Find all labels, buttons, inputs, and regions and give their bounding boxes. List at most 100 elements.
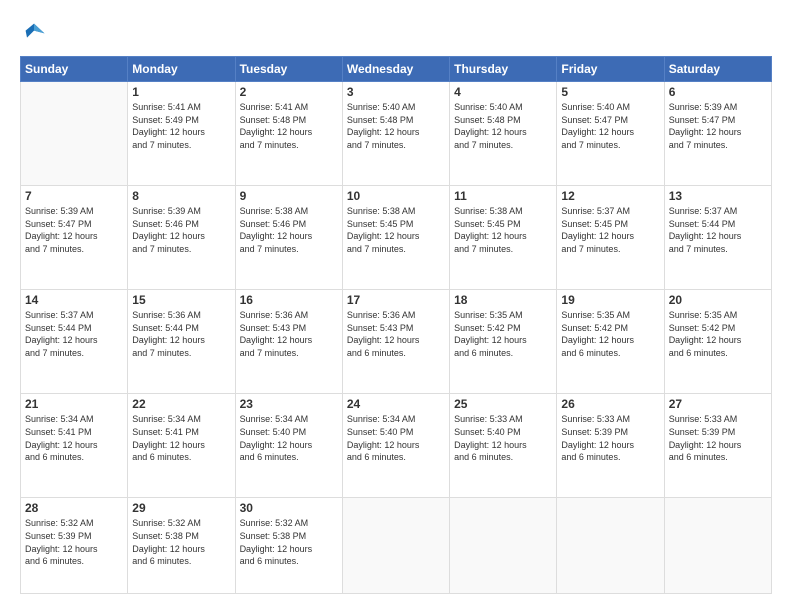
calendar-cell: 22 Sunrise: 5:34 AM Sunset: 5:41 PM Dayli…	[128, 394, 235, 498]
day-info: Sunrise: 5:40 AM Sunset: 5:47 PM Dayligh…	[561, 101, 659, 151]
day-number: 25	[454, 397, 552, 411]
weekday-header-row: SundayMondayTuesdayWednesdayThursdayFrid…	[21, 57, 772, 82]
day-number: 11	[454, 189, 552, 203]
day-info: Sunrise: 5:38 AM Sunset: 5:46 PM Dayligh…	[240, 205, 338, 255]
day-number: 2	[240, 85, 338, 99]
day-number: 9	[240, 189, 338, 203]
calendar-cell: 8 Sunrise: 5:39 AM Sunset: 5:46 PM Daylig…	[128, 186, 235, 290]
day-number: 17	[347, 293, 445, 307]
day-info: Sunrise: 5:40 AM Sunset: 5:48 PM Dayligh…	[454, 101, 552, 151]
day-number: 3	[347, 85, 445, 99]
day-info: Sunrise: 5:35 AM Sunset: 5:42 PM Dayligh…	[454, 309, 552, 359]
day-number: 29	[132, 501, 230, 515]
calendar-cell: 23 Sunrise: 5:34 AM Sunset: 5:40 PM Dayli…	[235, 394, 342, 498]
day-number: 20	[669, 293, 767, 307]
day-number: 24	[347, 397, 445, 411]
weekday-header-monday: Monday	[128, 57, 235, 82]
day-info: Sunrise: 5:41 AM Sunset: 5:48 PM Dayligh…	[240, 101, 338, 151]
day-info: Sunrise: 5:39 AM Sunset: 5:47 PM Dayligh…	[669, 101, 767, 151]
day-info: Sunrise: 5:32 AM Sunset: 5:38 PM Dayligh…	[132, 517, 230, 567]
day-number: 27	[669, 397, 767, 411]
calendar-cell: 19 Sunrise: 5:35 AM Sunset: 5:42 PM Dayli…	[557, 290, 664, 394]
day-number: 18	[454, 293, 552, 307]
calendar-cell	[342, 498, 449, 594]
day-info: Sunrise: 5:36 AM Sunset: 5:44 PM Dayligh…	[132, 309, 230, 359]
calendar-cell: 14Sunrise: 5:37 AM Sunset: 5:44 PM Dayli…	[21, 290, 128, 394]
day-number: 22	[132, 397, 230, 411]
day-number: 5	[561, 85, 659, 99]
day-number: 30	[240, 501, 338, 515]
calendar-cell: 29 Sunrise: 5:32 AM Sunset: 5:38 PM Dayli…	[128, 498, 235, 594]
logo	[20, 18, 52, 46]
calendar-cell	[664, 498, 771, 594]
day-info: Sunrise: 5:40 AM Sunset: 5:48 PM Dayligh…	[347, 101, 445, 151]
calendar-week-5: 28 Sunrise: 5:32 AM Sunset: 5:39 PM Dayli…	[21, 498, 772, 594]
calendar-cell: 6 Sunrise: 5:39 AM Sunset: 5:47 PM Daylig…	[664, 82, 771, 186]
day-number: 6	[669, 85, 767, 99]
calendar-cell: 11 Sunrise: 5:38 AM Sunset: 5:45 PM Dayli…	[450, 186, 557, 290]
calendar-cell: 13Sunrise: 5:37 AM Sunset: 5:44 PM Dayli…	[664, 186, 771, 290]
day-number: 7	[25, 189, 123, 203]
day-info: Sunrise: 5:41 AM Sunset: 5:49 PM Dayligh…	[132, 101, 230, 151]
calendar-cell: 17 Sunrise: 5:36 AM Sunset: 5:43 PM Dayli…	[342, 290, 449, 394]
calendar-cell: 15 Sunrise: 5:36 AM Sunset: 5:44 PM Dayli…	[128, 290, 235, 394]
weekday-header-tuesday: Tuesday	[235, 57, 342, 82]
day-info: Sunrise: 5:33 AM Sunset: 5:39 PM Dayligh…	[561, 413, 659, 463]
day-info: Sunrise: 5:32 AM Sunset: 5:38 PM Dayligh…	[240, 517, 338, 567]
day-number: 8	[132, 189, 230, 203]
header	[20, 18, 772, 46]
day-number: 1	[132, 85, 230, 99]
calendar-cell: 3 Sunrise: 5:40 AM Sunset: 5:48 PM Daylig…	[342, 82, 449, 186]
day-info: Sunrise: 5:34 AM Sunset: 5:40 PM Dayligh…	[240, 413, 338, 463]
calendar-week-1: 1 Sunrise: 5:41 AM Sunset: 5:49 PM Daylig…	[21, 82, 772, 186]
day-info: Sunrise: 5:34 AM Sunset: 5:41 PM Dayligh…	[25, 413, 123, 463]
calendar-cell	[21, 82, 128, 186]
day-number: 26	[561, 397, 659, 411]
calendar-cell: 12Sunrise: 5:37 AM Sunset: 5:45 PM Dayli…	[557, 186, 664, 290]
day-info: Sunrise: 5:38 AM Sunset: 5:45 PM Dayligh…	[454, 205, 552, 255]
day-number: 15	[132, 293, 230, 307]
calendar-week-4: 21 Sunrise: 5:34 AM Sunset: 5:41 PM Dayli…	[21, 394, 772, 498]
day-info: Sunrise: 5:35 AM Sunset: 5:42 PM Dayligh…	[669, 309, 767, 359]
logo-icon	[20, 18, 48, 46]
day-info: Sunrise: 5:36 AM Sunset: 5:43 PM Dayligh…	[347, 309, 445, 359]
day-number: 19	[561, 293, 659, 307]
day-info: Sunrise: 5:39 AM Sunset: 5:46 PM Dayligh…	[132, 205, 230, 255]
weekday-header-saturday: Saturday	[664, 57, 771, 82]
weekday-header-sunday: Sunday	[21, 57, 128, 82]
weekday-header-friday: Friday	[557, 57, 664, 82]
calendar-week-3: 14Sunrise: 5:37 AM Sunset: 5:44 PM Dayli…	[21, 290, 772, 394]
day-info: Sunrise: 5:33 AM Sunset: 5:39 PM Dayligh…	[669, 413, 767, 463]
day-info: Sunrise: 5:34 AM Sunset: 5:40 PM Dayligh…	[347, 413, 445, 463]
calendar-cell: 9 Sunrise: 5:38 AM Sunset: 5:46 PM Daylig…	[235, 186, 342, 290]
day-info: Sunrise: 5:32 AM Sunset: 5:39 PM Dayligh…	[25, 517, 123, 567]
calendar-cell: 28 Sunrise: 5:32 AM Sunset: 5:39 PM Dayli…	[21, 498, 128, 594]
calendar-cell: 26 Sunrise: 5:33 AM Sunset: 5:39 PM Dayli…	[557, 394, 664, 498]
day-info: Sunrise: 5:35 AM Sunset: 5:42 PM Dayligh…	[561, 309, 659, 359]
calendar-table: SundayMondayTuesdayWednesdayThursdayFrid…	[20, 56, 772, 594]
day-info: Sunrise: 5:37 AM Sunset: 5:44 PM Dayligh…	[25, 309, 123, 359]
day-number: 16	[240, 293, 338, 307]
calendar-week-2: 7Sunrise: 5:39 AM Sunset: 5:47 PM Daylig…	[21, 186, 772, 290]
calendar-cell	[450, 498, 557, 594]
day-number: 21	[25, 397, 123, 411]
page: SundayMondayTuesdayWednesdayThursdayFrid…	[0, 0, 792, 612]
calendar-cell: 27 Sunrise: 5:33 AM Sunset: 5:39 PM Dayli…	[664, 394, 771, 498]
day-number: 23	[240, 397, 338, 411]
calendar-cell: 25Sunrise: 5:33 AM Sunset: 5:40 PM Dayli…	[450, 394, 557, 498]
calendar-cell	[557, 498, 664, 594]
weekday-header-thursday: Thursday	[450, 57, 557, 82]
calendar-cell: 4Sunrise: 5:40 AM Sunset: 5:48 PM Daylig…	[450, 82, 557, 186]
calendar-cell: 7Sunrise: 5:39 AM Sunset: 5:47 PM Daylig…	[21, 186, 128, 290]
day-info: Sunrise: 5:36 AM Sunset: 5:43 PM Dayligh…	[240, 309, 338, 359]
day-info: Sunrise: 5:38 AM Sunset: 5:45 PM Dayligh…	[347, 205, 445, 255]
calendar-cell: 24 Sunrise: 5:34 AM Sunset: 5:40 PM Dayli…	[342, 394, 449, 498]
day-number: 28	[25, 501, 123, 515]
calendar-cell: 10Sunrise: 5:38 AM Sunset: 5:45 PM Dayli…	[342, 186, 449, 290]
calendar-cell: 20 Sunrise: 5:35 AM Sunset: 5:42 PM Dayli…	[664, 290, 771, 394]
calendar-cell: 1 Sunrise: 5:41 AM Sunset: 5:49 PM Daylig…	[128, 82, 235, 186]
calendar-cell: 30 Sunrise: 5:32 AM Sunset: 5:38 PM Dayli…	[235, 498, 342, 594]
day-number: 12	[561, 189, 659, 203]
day-info: Sunrise: 5:34 AM Sunset: 5:41 PM Dayligh…	[132, 413, 230, 463]
day-info: Sunrise: 5:37 AM Sunset: 5:44 PM Dayligh…	[669, 205, 767, 255]
